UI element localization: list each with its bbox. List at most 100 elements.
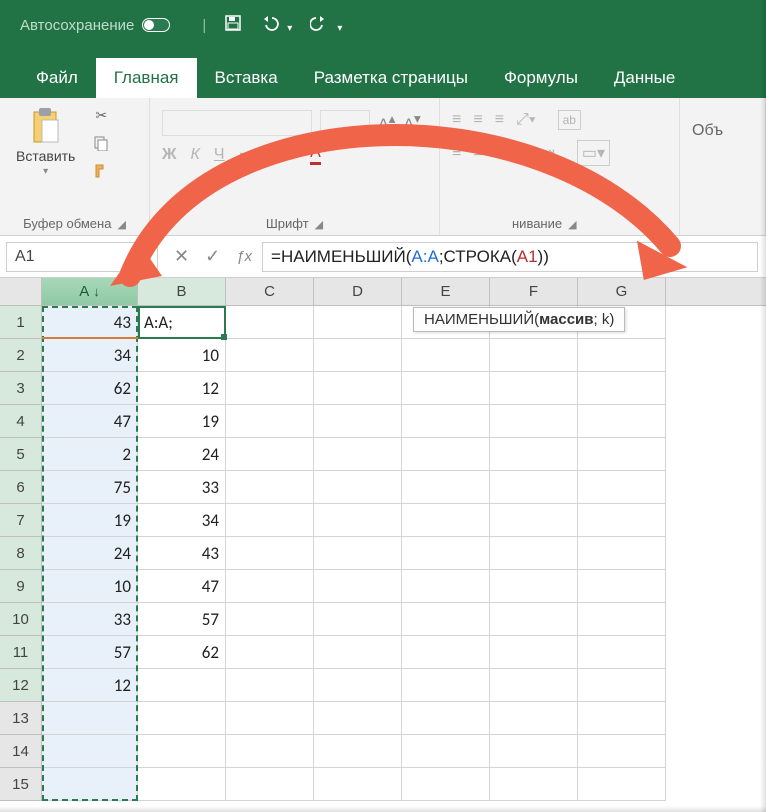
formula-input[interactable]: =НАИМЕНЬШИЙ(A:A;СТРОКА(A1)) (262, 242, 758, 272)
cell[interactable] (402, 504, 490, 537)
cell[interactable] (490, 735, 578, 768)
more-label[interactable]: Объ (692, 122, 723, 140)
cell[interactable]: 62 (42, 372, 138, 405)
cell[interactable] (578, 537, 666, 570)
cell[interactable] (490, 471, 578, 504)
cell[interactable] (402, 438, 490, 471)
row-header[interactable]: 4 (0, 405, 42, 438)
wrap-text-button[interactable]: ab (558, 110, 581, 130)
cell[interactable] (138, 735, 226, 768)
autosave-toggle[interactable]: Автосохранение (20, 17, 170, 34)
cell[interactable] (314, 735, 402, 768)
italic-button[interactable]: К (190, 146, 199, 164)
cell[interactable]: 10 (138, 339, 226, 372)
cell[interactable]: 12 (138, 372, 226, 405)
redo-icon[interactable]: ▾ (310, 15, 342, 36)
align-center-icon[interactable]: ≡ (473, 144, 482, 162)
cell[interactable] (226, 603, 314, 636)
cell[interactable] (402, 405, 490, 438)
cell[interactable] (226, 537, 314, 570)
cell[interactable] (226, 504, 314, 537)
decrease-indent-icon[interactable]: ⇤ (516, 143, 529, 163)
increase-font-icon[interactable]: A▴ (378, 111, 395, 134)
cell[interactable] (402, 669, 490, 702)
col-header-A[interactable]: A↓ (42, 278, 138, 305)
cell[interactable]: 19 (138, 405, 226, 438)
cell[interactable] (226, 339, 314, 372)
cell[interactable] (490, 768, 578, 801)
cell[interactable]: 47 (42, 405, 138, 438)
cell[interactable] (402, 735, 490, 768)
cell[interactable] (314, 768, 402, 801)
row-header[interactable]: 3 (0, 372, 42, 405)
row-header[interactable]: 2 (0, 339, 42, 372)
cell[interactable] (490, 504, 578, 537)
cell[interactable] (314, 603, 402, 636)
cell[interactable] (314, 339, 402, 372)
cell[interactable] (490, 702, 578, 735)
row-header[interactable]: 14 (0, 735, 42, 768)
cell[interactable]: 33 (42, 603, 138, 636)
tab-home[interactable]: Главная (96, 58, 197, 98)
launcher-icon[interactable]: ◢ (315, 219, 323, 231)
cell[interactable] (578, 504, 666, 537)
cell[interactable] (578, 768, 666, 801)
decrease-font-icon[interactable]: A▾ (403, 111, 420, 134)
row-header[interactable]: 6 (0, 471, 42, 504)
name-box[interactable]: A1 ▾ (6, 242, 158, 272)
cell[interactable] (578, 438, 666, 471)
col-header-C[interactable]: C (226, 278, 314, 305)
cell[interactable]: 12 (42, 669, 138, 702)
cell[interactable] (402, 570, 490, 603)
cell[interactable] (490, 636, 578, 669)
cell[interactable] (578, 339, 666, 372)
col-header-D[interactable]: D (314, 278, 402, 305)
cell[interactable]: 43 (42, 306, 138, 339)
cell[interactable] (226, 372, 314, 405)
cell[interactable] (226, 702, 314, 735)
cut-button[interactable]: ✂ (89, 104, 113, 126)
row-header[interactable]: 13 (0, 702, 42, 735)
cell[interactable]: 33 (138, 471, 226, 504)
cell[interactable] (402, 603, 490, 636)
tab-data[interactable]: Данные (596, 58, 693, 98)
row-header[interactable]: 12 (0, 669, 42, 702)
align-top-icon[interactable]: ≡ (452, 111, 461, 129)
cell[interactable] (578, 570, 666, 603)
increase-indent-icon[interactable]: ⇥ (541, 143, 554, 163)
cell[interactable] (226, 570, 314, 603)
cancel-icon[interactable]: ✕ (174, 246, 189, 267)
cell[interactable] (402, 372, 490, 405)
orientation-icon[interactable]: ⤢▾ (516, 111, 536, 129)
cell[interactable]: 47 (138, 570, 226, 603)
paste-button[interactable]: Вставить ▾ (12, 104, 79, 179)
cell[interactable] (138, 768, 226, 801)
fill-color-button[interactable]: ◇▾ (276, 145, 296, 165)
cell[interactable] (226, 768, 314, 801)
cell[interactable] (314, 438, 402, 471)
row-header[interactable]: 7 (0, 504, 42, 537)
cell[interactable] (314, 537, 402, 570)
cell[interactable] (490, 339, 578, 372)
cell[interactable] (402, 306, 490, 339)
cell[interactable] (314, 372, 402, 405)
format-painter-button[interactable] (89, 160, 113, 182)
cell[interactable] (578, 669, 666, 702)
align-bottom-icon[interactable]: ≡ (495, 111, 504, 129)
toggle-switch[interactable] (142, 18, 170, 32)
select-all-corner[interactable] (0, 278, 42, 305)
align-left-icon[interactable]: ≡ (452, 144, 461, 162)
cell[interactable] (226, 306, 314, 339)
cell[interactable] (314, 570, 402, 603)
fx-icon[interactable]: ƒx (236, 248, 252, 265)
cell[interactable]: 62 (138, 636, 226, 669)
cell[interactable] (138, 669, 226, 702)
cell[interactable] (226, 636, 314, 669)
cell[interactable] (42, 735, 138, 768)
cell[interactable]: A:A; (138, 306, 226, 339)
row-header[interactable]: 15 (0, 768, 42, 801)
cell[interactable] (314, 702, 402, 735)
cell[interactable] (490, 570, 578, 603)
cell[interactable]: 24 (42, 537, 138, 570)
cell[interactable]: 10 (42, 570, 138, 603)
